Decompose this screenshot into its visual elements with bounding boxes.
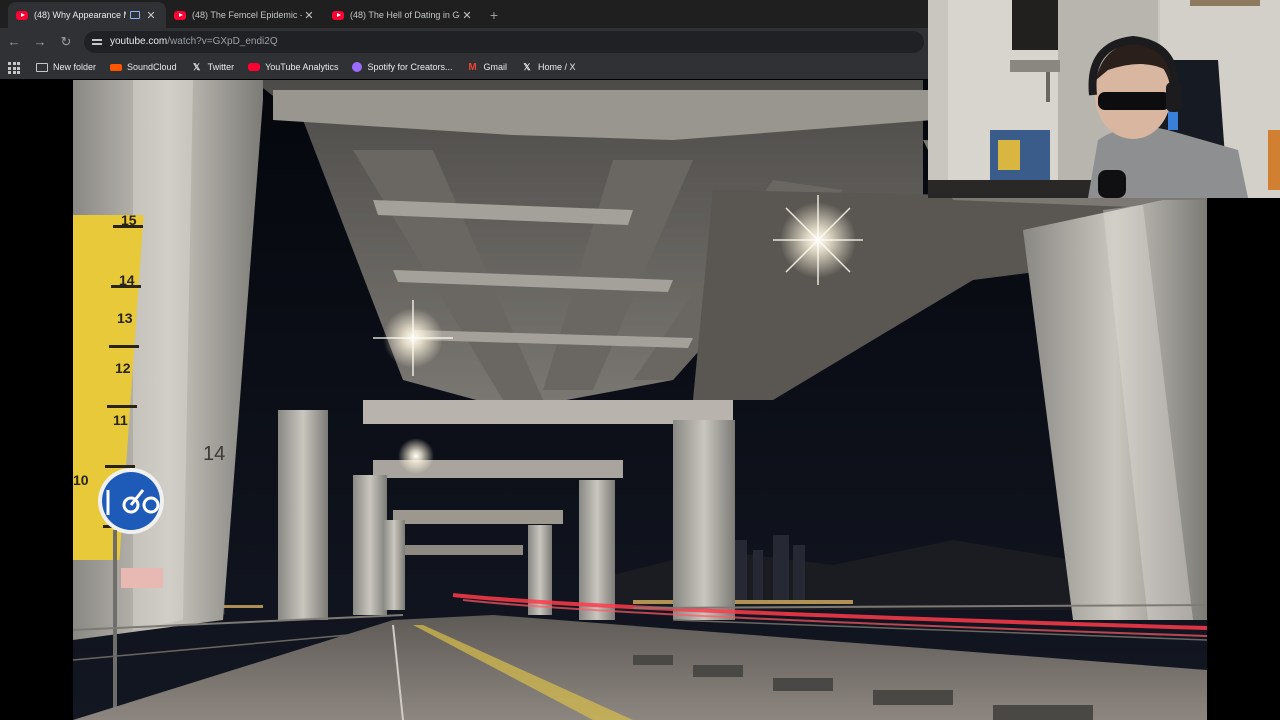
browser-toolbar: ← → ↻ youtube.com/watch?v=GXpD_endi2Q [0, 28, 928, 55]
bookmark-label: SoundCloud [127, 62, 177, 72]
bookmarks-bar: New folder SoundCloud 𝕏 Twitter YouTube A… [0, 55, 928, 79]
site-settings-icon[interactable] [92, 37, 102, 47]
url-host: youtube.com [110, 36, 168, 47]
bookmark-spotify-for-creators[interactable]: Spotify for Creators... [352, 62, 453, 72]
tab-title: (48) Why Appearance Matte [34, 10, 126, 20]
tab-femcel-epidemic[interactable]: (48) The Femcel Epidemic - You ✕ [166, 2, 324, 28]
ruler-mark-13: 13 [117, 310, 133, 326]
folder-icon [36, 62, 48, 72]
ruler-mark-15: 15 [121, 212, 137, 228]
ruler-mark-14: 14 [119, 272, 135, 288]
bookmark-label: Home / X [538, 62, 576, 72]
ruler-mark-11: 11 [113, 412, 128, 428]
youtube-favicon-icon [174, 10, 186, 20]
tab-why-appearance-matters[interactable]: (48) Why Appearance Matte ✕ [8, 2, 166, 28]
bookmark-home-x[interactable]: 𝕏 Home / X [521, 61, 576, 73]
tab-strip: (48) Why Appearance Matte ✕ (48) The Fem… [0, 0, 928, 28]
youtube-icon [248, 63, 261, 71]
soundcloud-icon [110, 63, 123, 71]
bookmark-label: Twitter [207, 62, 235, 72]
webcam-overlay [928, 0, 1280, 198]
apps-grid-icon[interactable] [6, 60, 20, 74]
forward-arrow-icon[interactable]: → [28, 30, 52, 54]
tab-title: (48) The Hell of Dating in Gen Z [350, 10, 460, 20]
bookmark-twitter[interactable]: 𝕏 Twitter [191, 61, 235, 73]
bookmark-label: Gmail [483, 62, 508, 72]
close-tab-icon[interactable]: ✕ [144, 9, 158, 22]
pillar-number: 14 [203, 443, 225, 465]
address-bar[interactable]: youtube.com/watch?v=GXpD_endi2Q [84, 30, 924, 53]
x-icon: 𝕏 [523, 61, 531, 72]
close-tab-icon[interactable]: ✕ [302, 9, 316, 22]
ruler-mark-12: 12 [115, 360, 131, 376]
ruler-mark-10: 10 [73, 472, 89, 488]
youtube-favicon-icon [16, 10, 28, 20]
url-path: /watch?v=GXpD_endi2Q [167, 36, 278, 47]
bookmark-youtube-analytics[interactable]: YouTube Analytics [248, 62, 338, 72]
tab-title: (48) The Femcel Epidemic - You [192, 10, 302, 20]
tab-media-icon[interactable] [130, 11, 140, 19]
bookmark-gmail[interactable]: M Gmail [467, 61, 508, 73]
gmail-icon: M [468, 61, 477, 73]
x-icon: 𝕏 [192, 61, 201, 72]
tab-hell-of-dating[interactable]: (48) The Hell of Dating in Gen Z ✕ [324, 2, 482, 28]
new-tab-button[interactable]: + [482, 2, 506, 28]
bookmark-label: YouTube Analytics [265, 62, 339, 72]
reload-icon[interactable]: ↻ [54, 30, 78, 54]
spotify-icon [352, 62, 363, 72]
bookmark-soundcloud[interactable]: SoundCloud [110, 62, 177, 72]
close-tab-icon[interactable]: ✕ [460, 9, 474, 22]
bookmark-label: Spotify for Creators... [367, 62, 453, 72]
back-arrow-icon[interactable]: ← [2, 30, 26, 54]
bookmark-new-folder[interactable]: New folder [36, 62, 96, 72]
bookmark-label: New folder [53, 62, 97, 72]
youtube-favicon-icon [332, 10, 344, 20]
